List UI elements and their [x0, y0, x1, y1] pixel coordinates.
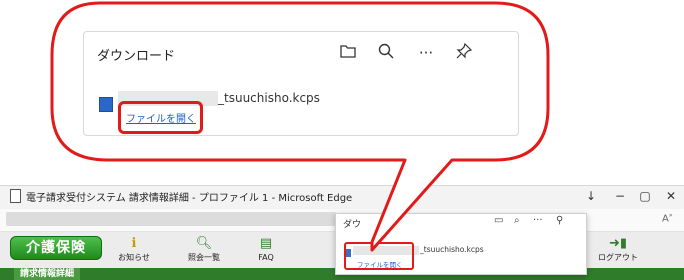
- file-icon: [99, 97, 113, 112]
- download-panel-title: ダウンロード: [97, 49, 176, 64]
- highlight-box: [118, 101, 203, 134]
- download-file-name: _tsuuchisho.kcps: [218, 91, 320, 105]
- pin-icon[interactable]: [454, 42, 474, 63]
- more-icon[interactable]: ···: [416, 43, 436, 63]
- search-icon[interactable]: [376, 43, 396, 63]
- folder-icon[interactable]: [338, 43, 358, 63]
